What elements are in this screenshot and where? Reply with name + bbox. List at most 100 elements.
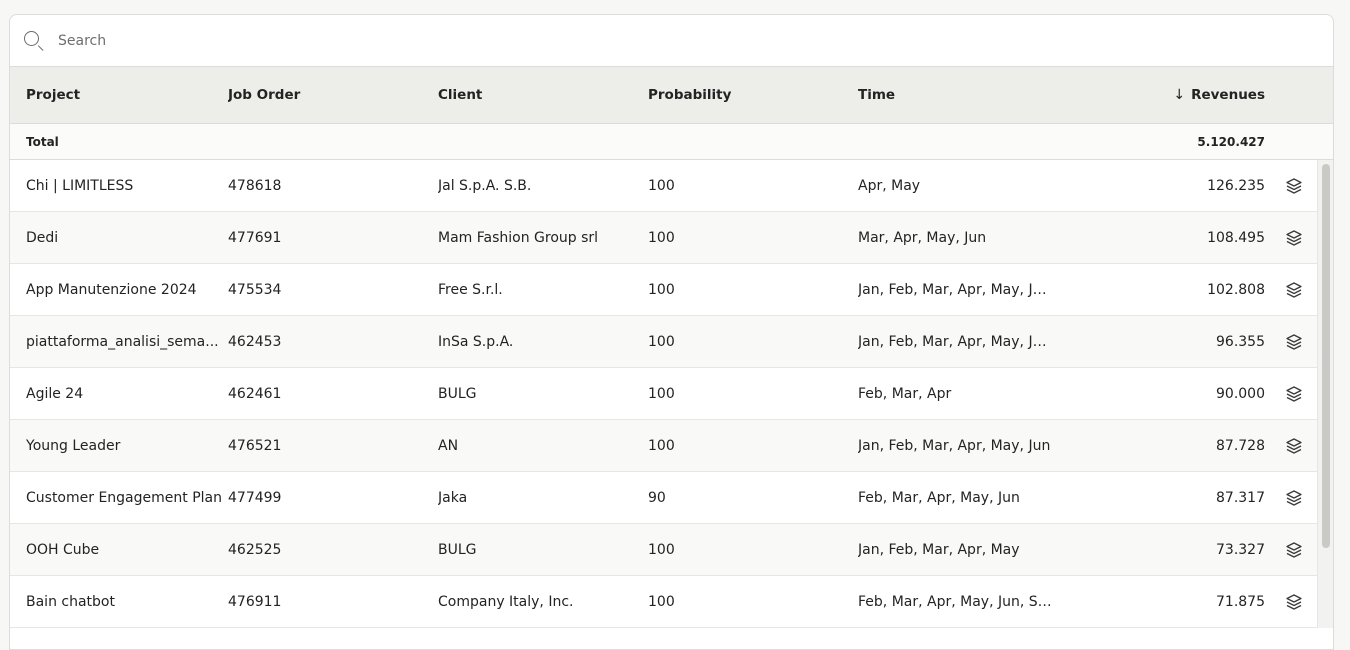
cell-client: Company Italy, Inc. — [438, 593, 574, 610]
cell-job-order: 462525 — [228, 541, 282, 558]
layers-icon[interactable] — [1285, 177, 1303, 195]
table-row[interactable]: Young Leader 476521 AN 100 Jan, Feb, Mar… — [10, 420, 1333, 472]
cell-client: InSa S.p.A. — [438, 333, 514, 350]
column-header-time[interactable]: Time — [858, 87, 1053, 103]
vertical-scrollbar[interactable] — [1317, 160, 1333, 628]
search-bar — [10, 15, 1333, 67]
cell-time: Jan, Feb, Mar, Apr, May — [858, 541, 1020, 558]
table-rows: Chi | LIMITLESS 478618 Jal S.p.A. S.B. 1… — [10, 160, 1333, 628]
layers-icon[interactable] — [1285, 281, 1303, 299]
row-action[interactable] — [1265, 593, 1323, 611]
cell-client: Jal S.p.A. S.B. — [438, 177, 532, 194]
column-header-job-order[interactable]: Job Order — [228, 87, 438, 103]
table-header: Project Job Order Client Probability Tim… — [10, 67, 1333, 124]
cell-job-order: 462453 — [228, 333, 282, 350]
table-row[interactable]: OOH Cube 462525 BULG 100 Jan, Feb, Mar, … — [10, 524, 1333, 576]
row-action[interactable] — [1265, 281, 1323, 299]
table-row[interactable]: App Manutenzione 2024 475534 Free S.r.l.… — [10, 264, 1333, 316]
cell-probability: 100 — [648, 229, 675, 246]
total-revenues: 5.120.427 — [1197, 134, 1265, 149]
cell-time: Mar, Apr, May, Jun — [858, 229, 987, 246]
layers-icon[interactable] — [1285, 229, 1303, 247]
layers-icon[interactable] — [1285, 437, 1303, 455]
total-row: Total 5.120.427 — [10, 124, 1333, 160]
cell-time: Feb, Mar, Apr — [858, 385, 952, 402]
cell-revenues: 102.808 — [1207, 281, 1265, 298]
table-row[interactable]: Chi | LIMITLESS 478618 Jal S.p.A. S.B. 1… — [10, 160, 1333, 212]
cell-probability: 100 — [648, 177, 675, 194]
cell-probability: 100 — [648, 541, 675, 558]
cell-project: App Manutenzione 2024 — [26, 281, 197, 298]
table-row[interactable]: Customer Engagement Plan 477499 Jaka 90 … — [10, 472, 1333, 524]
cell-project: Chi | LIMITLESS — [26, 177, 134, 194]
cell-client: Free S.r.l. — [438, 281, 503, 298]
column-header-client[interactable]: Client — [438, 87, 648, 103]
cell-project: Customer Engagement Plan — [26, 489, 222, 506]
cell-time: Jan, Feb, Mar, Apr, May, Jun,... — [858, 281, 1053, 298]
layers-icon[interactable] — [1285, 489, 1303, 507]
projects-table-card: Project Job Order Client Probability Tim… — [9, 14, 1334, 650]
cell-probability: 90 — [648, 489, 666, 506]
cell-project: Bain chatbot — [26, 593, 115, 610]
cell-probability: 100 — [648, 281, 675, 298]
layers-icon[interactable] — [1285, 593, 1303, 611]
row-action[interactable] — [1265, 489, 1323, 507]
column-header-probability[interactable]: Probability — [648, 87, 858, 103]
row-action[interactable] — [1265, 333, 1323, 351]
cell-revenues: 87.317 — [1216, 489, 1265, 506]
scrollbar-thumb[interactable] — [1322, 164, 1330, 548]
cell-time: Feb, Mar, Apr, May, Jun — [858, 489, 1020, 506]
arrow-down-icon: ↓ — [1173, 87, 1186, 103]
cell-project: Dedi — [26, 229, 59, 246]
table-row[interactable]: Bain chatbot 476911 Company Italy, Inc. … — [10, 576, 1333, 628]
cell-job-order: 475534 — [228, 281, 282, 298]
column-header-revenues-label: Revenues — [1191, 87, 1265, 103]
layers-icon[interactable] — [1285, 333, 1303, 351]
cell-revenues: 87.728 — [1216, 437, 1265, 454]
layers-icon[interactable] — [1285, 541, 1303, 559]
cell-project: piattaforma_analisi_sema... — [26, 333, 219, 350]
cell-probability: 100 — [648, 385, 675, 402]
search-icon — [22, 29, 46, 53]
cell-probability: 100 — [648, 437, 675, 454]
cell-job-order: 476521 — [228, 437, 282, 454]
cell-job-order: 476911 — [228, 593, 282, 610]
table-row[interactable]: Agile 24 462461 BULG 100 Feb, Mar, Apr 9… — [10, 368, 1333, 420]
table-body: Chi | LIMITLESS 478618 Jal S.p.A. S.B. 1… — [10, 160, 1333, 628]
cell-time: Apr, May — [858, 177, 921, 194]
cell-revenues: 96.355 — [1216, 333, 1265, 350]
cell-probability: 100 — [648, 593, 675, 610]
row-action[interactable] — [1265, 385, 1323, 403]
cell-probability: 100 — [648, 333, 675, 350]
row-action[interactable] — [1265, 229, 1323, 247]
cell-time: Feb, Mar, Apr, May, Jun, Sep — [858, 593, 1053, 610]
cell-project: Agile 24 — [26, 385, 84, 402]
table-row[interactable]: piattaforma_analisi_sema... 462453 InSa … — [10, 316, 1333, 368]
cell-job-order: 462461 — [228, 385, 282, 402]
cell-client: Jaka — [438, 489, 468, 506]
row-action[interactable] — [1265, 177, 1323, 195]
row-action[interactable] — [1265, 437, 1323, 455]
total-label: Total — [26, 134, 59, 149]
column-header-revenues[interactable]: ↓ Revenues — [1053, 87, 1265, 103]
layers-icon[interactable] — [1285, 385, 1303, 403]
cell-project: OOH Cube — [26, 541, 100, 558]
cell-job-order: 477499 — [228, 489, 282, 506]
cell-client: BULG — [438, 385, 477, 402]
cell-revenues: 108.495 — [1207, 229, 1265, 246]
cell-revenues: 126.235 — [1207, 177, 1265, 194]
table-row[interactable]: Dedi 477691 Mam Fashion Group srl 100 Ma… — [10, 212, 1333, 264]
cell-project: Young Leader — [26, 437, 121, 454]
cell-time: Jan, Feb, Mar, Apr, May, Jun — [858, 437, 1051, 454]
row-action[interactable] — [1265, 541, 1323, 559]
cell-job-order: 478618 — [228, 177, 282, 194]
column-header-project[interactable]: Project — [26, 87, 228, 103]
search-input[interactable] — [58, 32, 658, 49]
cell-revenues: 90.000 — [1216, 385, 1265, 402]
cell-client: AN — [438, 437, 459, 454]
cell-client: Mam Fashion Group srl — [438, 229, 599, 246]
cell-revenues: 73.327 — [1216, 541, 1265, 558]
cell-time: Jan, Feb, Mar, Apr, May, Jun,... — [858, 333, 1053, 350]
cell-revenues: 71.875 — [1216, 593, 1265, 610]
cell-job-order: 477691 — [228, 229, 282, 246]
